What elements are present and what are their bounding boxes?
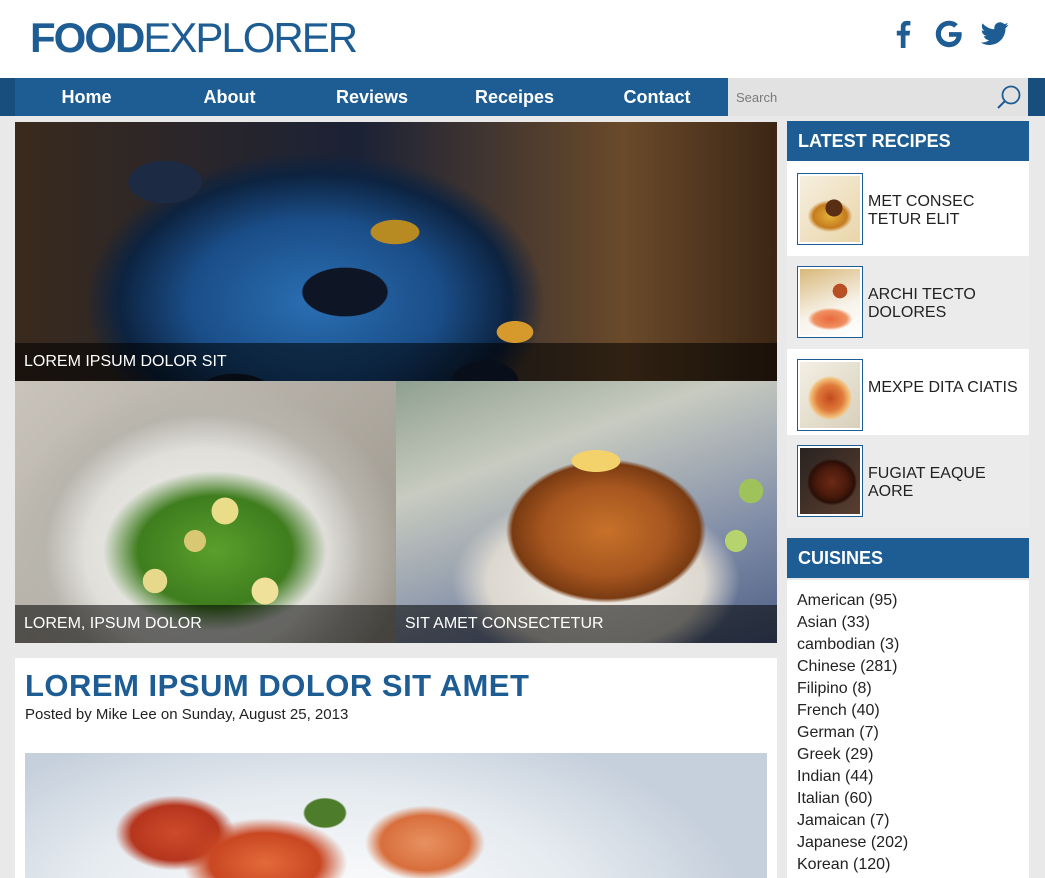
cuisine-link[interactable]: Jamaican (7): [797, 810, 908, 832]
cuisine-link[interactable]: Korean (120): [797, 854, 908, 876]
recipe-thumbnail[interactable]: [797, 445, 863, 517]
cuisine-link[interactable]: Italian (60): [797, 788, 908, 810]
recipe-thumbnail[interactable]: [797, 359, 863, 431]
recipe-title-line: MET CONSEC: [868, 193, 975, 210]
cuisine-link[interactable]: cambodian (3): [797, 634, 908, 656]
recipe-title[interactable]: MEXPE DITA CIATIS: [868, 379, 1018, 397]
hero-main-tile[interactable]: LOREM IPSUM DOLOR SIT: [15, 122, 777, 381]
search-icon[interactable]: [994, 82, 1024, 112]
recipe-title-line: DOLORES: [868, 304, 947, 321]
cuisine-link[interactable]: Greek (29): [797, 744, 908, 766]
cuisines-list: American (95) Asian (33) cambodian (3) C…: [797, 590, 908, 876]
recipe-title[interactable]: FUGIAT EAQUE AORE: [868, 465, 986, 501]
logo-light-text: EXPLORER: [143, 14, 358, 61]
facebook-icon[interactable]: [889, 18, 917, 50]
hero-right-tile[interactable]: SIT AMET CONSECTETUR: [396, 381, 777, 643]
article-meta: Posted by Mike Lee on Sunday, August 25,…: [25, 706, 349, 723]
recipe-item[interactable]: ARCHI TECTO DOLORES: [787, 256, 1029, 349]
cuisine-link[interactable]: French (40): [797, 700, 908, 722]
cuisine-link[interactable]: Asian (33): [797, 612, 908, 634]
recipe-thumbnail[interactable]: [797, 173, 863, 245]
site-logo[interactable]: FOODEXPLORER: [30, 14, 358, 62]
cuisine-link[interactable]: Filipino (8): [797, 678, 908, 700]
social-links: [889, 18, 1009, 50]
cuisine-link[interactable]: American (95): [797, 590, 908, 612]
recipe-item[interactable]: MET CONSEC TETUR ELIT: [787, 161, 1029, 256]
hero-left-tile[interactable]: LOREM, IPSUM DOLOR: [15, 381, 396, 643]
google-icon[interactable]: [935, 18, 963, 50]
recipe-title[interactable]: ARCHI TECTO DOLORES: [868, 286, 976, 322]
recipe-title-line: FUGIAT EAQUE: [868, 465, 986, 482]
cuisine-link[interactable]: Indian (44): [797, 766, 908, 788]
hero-left-caption[interactable]: LOREM, IPSUM DOLOR: [15, 605, 396, 643]
search-box: [728, 78, 1028, 116]
recipe-title-line: AORE: [868, 483, 914, 500]
site-header: FOODEXPLORER: [0, 0, 1045, 78]
navbar-left-edge: [0, 78, 15, 116]
main-navbar: Home About Reviews Receipes Contact: [0, 78, 1045, 116]
recipe-item[interactable]: FUGIAT EAQUE AORE: [787, 435, 1029, 528]
nav-contact[interactable]: Contact: [586, 78, 728, 116]
cuisines-list-panel: American (95) Asian (33) cambodian (3) C…: [787, 580, 1029, 878]
search-input[interactable]: [728, 78, 988, 116]
article-photo: [25, 753, 767, 878]
hero-right-caption[interactable]: SIT AMET CONSECTETUR: [396, 605, 777, 643]
navbar-right-edge: [1028, 78, 1045, 116]
nav-about[interactable]: About: [158, 78, 301, 116]
cuisines-heading: CUISINES: [787, 538, 1029, 578]
recipe-title[interactable]: MET CONSEC TETUR ELIT: [868, 193, 974, 229]
recipe-title-line: ARCHI TECTO: [868, 286, 976, 303]
logo-bold-text: FOOD: [30, 14, 145, 61]
recipe-item[interactable]: MEXPE DITA CIATIS: [787, 349, 1029, 435]
nav-home[interactable]: Home: [15, 78, 158, 116]
cuisine-link[interactable]: Chinese (281): [797, 656, 908, 678]
recipe-thumbnail[interactable]: [797, 266, 863, 338]
hero-main-caption[interactable]: LOREM IPSUM DOLOR SIT: [15, 343, 777, 381]
twitter-icon[interactable]: [981, 18, 1009, 50]
salad-image: [15, 381, 396, 643]
main-nav: Home About Reviews Receipes Contact: [15, 78, 728, 116]
nav-receipes[interactable]: Receipes: [443, 78, 586, 116]
recipe-title-line: TETUR ELIT: [868, 211, 960, 228]
cuisine-link[interactable]: German (7): [797, 722, 908, 744]
article-card: LOREM IPSUM DOLOR SIT AMET Posted by Mik…: [15, 658, 777, 878]
pancakes-image: [396, 381, 777, 643]
article-title[interactable]: LOREM IPSUM DOLOR SIT AMET: [25, 668, 529, 704]
latest-recipes-heading: LATEST RECIPES: [787, 121, 1029, 161]
cuisine-link[interactable]: Japanese (202): [797, 832, 908, 854]
nav-reviews[interactable]: Reviews: [301, 78, 443, 116]
recipe-title-line: MEXPE DITA CIATIS: [868, 379, 1018, 396]
